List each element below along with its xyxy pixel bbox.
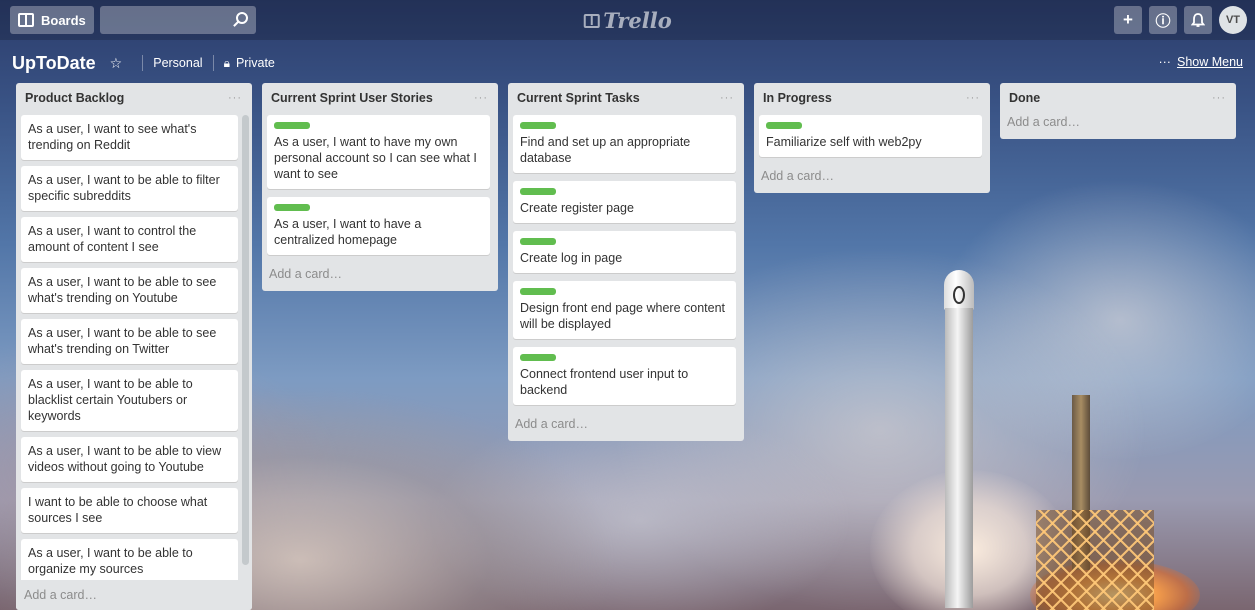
- card[interactable]: As a user, I want to have a centralized …: [267, 197, 490, 255]
- header-divider: [142, 55, 144, 71]
- card[interactable]: As a user, I want to be able to view vid…: [21, 437, 238, 482]
- card[interactable]: Connect frontend user input to backend: [513, 347, 736, 405]
- info-icon: ⓘ: [1155, 12, 1171, 30]
- list-product-backlog: Product Backlog ··· As a user, I want to…: [16, 83, 252, 610]
- card[interactable]: Familiarize self with web2py: [759, 115, 982, 157]
- add-card-button[interactable]: Add a card…: [1000, 113, 1236, 139]
- card[interactable]: Find and set up an appropriate database: [513, 115, 736, 173]
- board-title[interactable]: UpToDate: [12, 53, 96, 74]
- card[interactable]: As a user, I want to be able to see what…: [21, 268, 238, 313]
- card[interactable]: Design front end page where content will…: [513, 281, 736, 339]
- list-title[interactable]: Current Sprint Tasks: [517, 91, 640, 105]
- list-menu-icon[interactable]: ···: [720, 92, 734, 104]
- list-menu-icon[interactable]: ···: [474, 92, 488, 104]
- plus-icon: +: [1123, 10, 1133, 29]
- list-title[interactable]: Product Backlog: [25, 91, 124, 105]
- add-card-button[interactable]: Add a card…: [508, 413, 744, 441]
- list-current-sprint-tasks: Current Sprint Tasks ··· Find and set up…: [508, 83, 744, 441]
- card-list: As a user, I want to have my own persona…: [262, 113, 498, 255]
- add-card-button[interactable]: Add a card…: [16, 580, 252, 610]
- list-menu-icon[interactable]: ···: [228, 92, 242, 104]
- add-card-button[interactable]: Add a card…: [754, 165, 990, 193]
- list-menu-icon[interactable]: ···: [966, 92, 980, 104]
- more-icon: ···: [1158, 55, 1171, 69]
- bell-icon: [1191, 12, 1205, 27]
- card-list: Find and set up an appropriate database …: [508, 113, 744, 405]
- list-title[interactable]: Done: [1009, 91, 1040, 105]
- list-header[interactable]: Current Sprint User Stories ···: [262, 83, 498, 113]
- list-menu-icon[interactable]: ···: [1212, 92, 1226, 104]
- green-label: [766, 122, 802, 129]
- boards-label: Boards: [41, 12, 86, 28]
- boards-button[interactable]: Boards: [10, 6, 94, 34]
- create-button[interactable]: +: [1114, 6, 1142, 34]
- card[interactable]: As a user, I want to have my own persona…: [267, 115, 490, 189]
- list-header[interactable]: Done ···: [1000, 83, 1236, 113]
- list-title[interactable]: Current Sprint User Stories: [271, 91, 433, 105]
- search-box[interactable]: [99, 6, 256, 34]
- show-menu-label: Show Menu: [1176, 55, 1243, 69]
- trello-logo[interactable]: Trello: [583, 8, 672, 33]
- visibility-button[interactable]: 🔒︎ Private: [224, 56, 275, 71]
- card[interactable]: As a user, I want to be able to blacklis…: [21, 370, 238, 431]
- list-header[interactable]: In Progress ···: [754, 83, 990, 113]
- green-label: [274, 204, 310, 211]
- boards-icon: [18, 13, 34, 27]
- star-icon[interactable]: ☆: [110, 55, 123, 72]
- list-scrollbar[interactable]: [242, 115, 249, 565]
- list-header[interactable]: Current Sprint Tasks ···: [508, 83, 744, 113]
- list-title[interactable]: In Progress: [763, 91, 832, 105]
- list-current-sprint-user-stories: Current Sprint User Stories ··· As a use…: [262, 83, 498, 291]
- card[interactable]: As a user, I want to see what's trending…: [21, 115, 238, 160]
- card[interactable]: I want to be able to choose what sources…: [21, 488, 238, 533]
- team-link[interactable]: Personal: [153, 56, 202, 70]
- card[interactable]: Create log in page: [513, 231, 736, 273]
- green-label: [520, 238, 556, 245]
- green-label: [520, 188, 556, 195]
- avatar[interactable]: VT: [1219, 6, 1247, 34]
- board-lists: Product Backlog ··· As a user, I want to…: [16, 83, 1236, 610]
- card-list: As a user, I want to see what's trending…: [16, 113, 252, 584]
- card-title: Connect frontend user input to backend: [520, 367, 689, 397]
- list-in-progress: In Progress ··· Familiarize self with we…: [754, 83, 990, 193]
- card[interactable]: As a user, I want to be able to see what…: [21, 319, 238, 364]
- card[interactable]: As a user, I want to control the amount …: [21, 217, 238, 262]
- show-menu-button[interactable]: ··· Show Menu: [1158, 55, 1243, 69]
- visibility-label: Private: [235, 55, 275, 70]
- card-title: Familiarize self with web2py: [766, 135, 922, 149]
- card[interactable]: Create register page: [513, 181, 736, 223]
- board-header: UpToDate ☆ Personal 🔒︎ Private ··· Show Me…: [0, 44, 1255, 82]
- list-header[interactable]: Product Backlog ···: [16, 83, 252, 113]
- notifications-button[interactable]: [1184, 6, 1212, 34]
- card-title: Design front end page where content will…: [520, 301, 725, 331]
- brand-name: Trello: [603, 8, 672, 33]
- info-button[interactable]: ⓘ: [1149, 6, 1177, 34]
- card[interactable]: As a user, I want to be able to organize…: [21, 539, 238, 584]
- list-done: Done ··· Add a card…: [1000, 83, 1236, 139]
- search-input[interactable]: [99, 6, 256, 34]
- card-title: Create register page: [520, 201, 634, 215]
- card-title: Find and set up an appropriate database: [520, 135, 691, 165]
- green-label: [520, 354, 556, 361]
- green-label: [520, 122, 556, 129]
- green-label: [274, 122, 310, 129]
- trello-logo-icon: [583, 13, 600, 28]
- card-title: As a user, I want to have a centralized …: [274, 217, 422, 247]
- lock-icon: 🔒︎: [223, 55, 230, 70]
- header-divider: [212, 55, 214, 71]
- card-title: As a user, I want to have my own persona…: [274, 135, 477, 181]
- header-tools: + ⓘ VT: [1114, 6, 1247, 34]
- top-bar: Boards Trello + ⓘ VT: [0, 0, 1255, 40]
- add-card-button[interactable]: Add a card…: [262, 263, 498, 291]
- card-list: Familiarize self with web2py: [754, 113, 990, 157]
- card[interactable]: As a user, I want to be able to filter s…: [21, 166, 238, 211]
- card-title: Create log in page: [520, 251, 623, 265]
- search-icon[interactable]: [235, 12, 248, 24]
- green-label: [520, 288, 556, 295]
